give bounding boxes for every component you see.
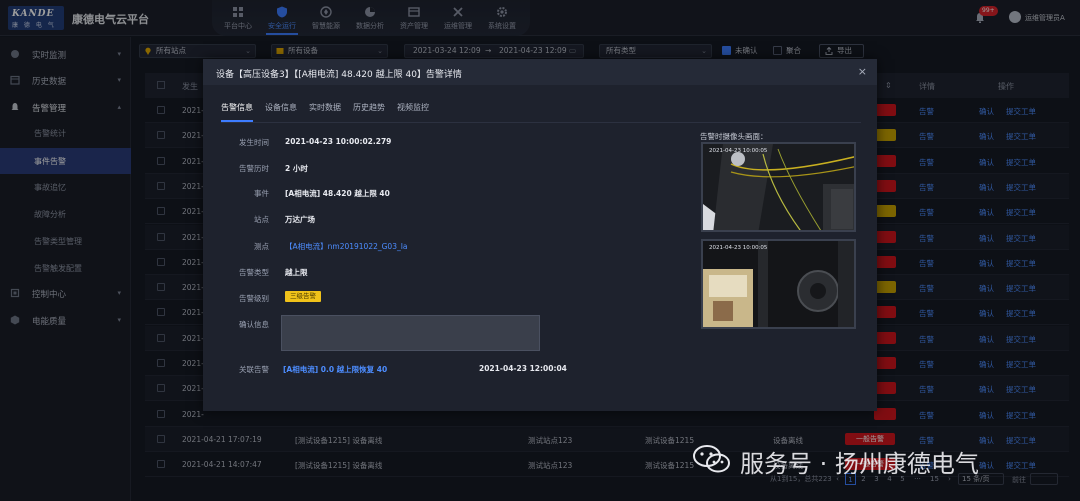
- confirm-info-textarea[interactable]: [281, 315, 540, 351]
- alarm-time: 2021-04-23 10:00:02.279: [285, 137, 392, 146]
- related-alarm-time: 2021-04-23 12:00:04: [479, 364, 567, 373]
- alarm-type: 越上限: [285, 268, 308, 277]
- field-label: 告警级别: [239, 294, 269, 303]
- camera-snapshot[interactable]: 2021-04-23 10:00:05: [701, 239, 856, 329]
- wechat-icon: [693, 445, 730, 473]
- alarm-level-tag: 三级告警: [285, 291, 321, 302]
- camera-timestamp: 2021-04-23 10:00:05: [709, 148, 768, 154]
- field-label: 关联告警: [239, 365, 269, 374]
- field-label: 站点: [254, 215, 269, 224]
- watermark-text: 服务号 · 扬州康德电气: [740, 450, 979, 478]
- camera-timestamp: 2021-04-23 10:00:05: [709, 245, 768, 251]
- close-icon[interactable]: ×: [858, 65, 867, 78]
- alarm-duration: 2 小时: [285, 164, 308, 173]
- field-label: 确认信息: [239, 320, 269, 329]
- field-label: 事件: [254, 189, 269, 198]
- tab-alarm-info[interactable]: 告警信息: [221, 102, 253, 122]
- related-alarm-link[interactable]: [A相电流] 0.0 越上限恢复 40: [283, 364, 387, 375]
- camera-snapshot[interactable]: 2021-04-23 10:00:05: [701, 142, 856, 232]
- field-label: 测点: [254, 242, 269, 251]
- modal-header: 设备【高压设备3】【[A相电流] 48.420 越上限 40】告警详情 ×: [203, 59, 877, 85]
- camera-image: [703, 241, 854, 327]
- alarm-event: [A相电流] 48.420 越上限 40: [285, 189, 390, 198]
- tab-video[interactable]: 视频监控: [397, 102, 429, 118]
- tab-history-trend[interactable]: 历史趋势: [353, 102, 385, 118]
- modal-tabs: 告警信息 设备信息 实时数据 历史趋势 视频监控: [221, 102, 441, 122]
- camera-title: 告警时摄像头画面：: [700, 132, 768, 141]
- modal-title: 设备【高压设备3】【[A相电流] 48.420 越上限 40】告警详情: [216, 70, 462, 80]
- camera-image: [703, 144, 854, 230]
- field-label: 告警类型: [239, 268, 269, 277]
- measure-point-link[interactable]: 【A相电流】nm20191022_G03_Ia: [285, 241, 408, 252]
- tabs-divider: [221, 122, 861, 123]
- tab-device-info[interactable]: 设备信息: [265, 102, 297, 118]
- field-label: 告警历时: [239, 164, 269, 173]
- watermark: 服务号 · 扬州康德电气: [692, 440, 1072, 478]
- tab-realtime[interactable]: 实时数据: [309, 102, 341, 118]
- alarm-site: 万达广场: [285, 215, 315, 224]
- field-label: 发生时间: [239, 138, 269, 147]
- alarm-detail-modal: 设备【高压设备3】【[A相电流] 48.420 越上限 40】告警详情 × 告警…: [203, 59, 877, 411]
